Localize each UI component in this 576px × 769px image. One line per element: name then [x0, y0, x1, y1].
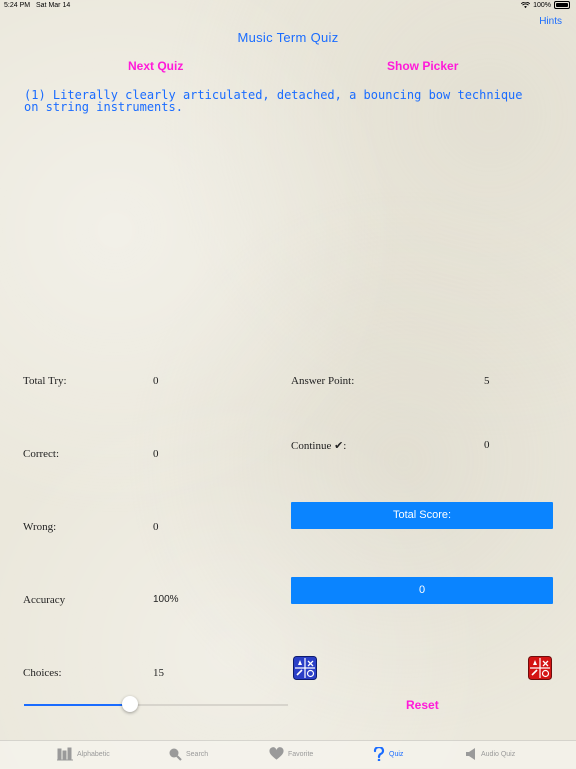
alphabetic-icon [57, 747, 73, 761]
choices-slider-thumb[interactable] [122, 696, 138, 712]
heart-icon [269, 747, 284, 760]
question-icon [373, 747, 385, 761]
status-time: 5:24 PM [4, 2, 31, 9]
search-icon [169, 748, 182, 761]
tab-audio-quiz[interactable]: Audio Quiz [465, 747, 515, 761]
show-picker-button[interactable]: Show Picker [387, 59, 458, 73]
hints-button[interactable]: Hints [539, 16, 562, 27]
quiz-mode-blue-icon[interactable] [293, 656, 317, 680]
correct-label: Correct: [23, 448, 60, 460]
answer-point-value: 5 [484, 375, 490, 387]
choices-value: 15 [153, 667, 164, 679]
wrong-label: Wrong: [23, 521, 57, 533]
quiz-mode-red-icon[interactable] [528, 656, 552, 680]
continue-label: Continue ✔: [291, 440, 347, 452]
wrong-value: 0 [153, 521, 159, 533]
reset-button[interactable]: Reset [406, 698, 439, 712]
answer-point-label: Answer Point: [291, 375, 355, 387]
wifi-icon [521, 1, 531, 8]
status-date: Sat Mar 14 [36, 2, 71, 9]
accuracy-label: Accuracy [23, 594, 66, 606]
tab-search[interactable]: Search [168, 747, 208, 761]
tab-favorite-label: Favorite [288, 750, 314, 758]
total-score-value: 0 [291, 577, 553, 604]
page-title: Music Term Quiz [237, 30, 339, 45]
speaker-icon [466, 748, 475, 760]
tab-alphabetic-label: Alphabetic [77, 750, 110, 758]
correct-value: 0 [153, 448, 159, 460]
tab-search-label: Search [186, 750, 209, 758]
choices-slider-fill [24, 704, 130, 706]
tab-alphabetic[interactable]: Alphabetic [57, 747, 110, 761]
tab-quiz-label: Quiz [389, 750, 404, 758]
total-try-value: 0 [153, 375, 159, 387]
tab-favorite[interactable]: Favorite [269, 747, 313, 761]
battery-percent: 100% [533, 1, 551, 9]
tab-bar: Alphabetic Search Favorite Quiz Audio Qu… [0, 740, 576, 769]
choices-label: Choices: [23, 667, 62, 679]
battery-icon [554, 1, 570, 9]
total-try-label: Total Try: [23, 375, 67, 387]
continue-value: 0 [484, 439, 490, 451]
next-quiz-button[interactable]: Next Quiz [128, 59, 183, 73]
status-bar: 5:24 PM Sat Mar 14 100% [0, 0, 576, 12]
status-right: 100% [521, 1, 570, 9]
question-text: (1) Literally clearly articulated, detac… [24, 88, 523, 114]
accuracy-value: 100% [153, 594, 179, 605]
tab-quiz[interactable]: Quiz [373, 747, 403, 761]
total-score-label: Total Score: [291, 502, 553, 529]
tab-audio-quiz-label: Audio Quiz [481, 750, 516, 758]
